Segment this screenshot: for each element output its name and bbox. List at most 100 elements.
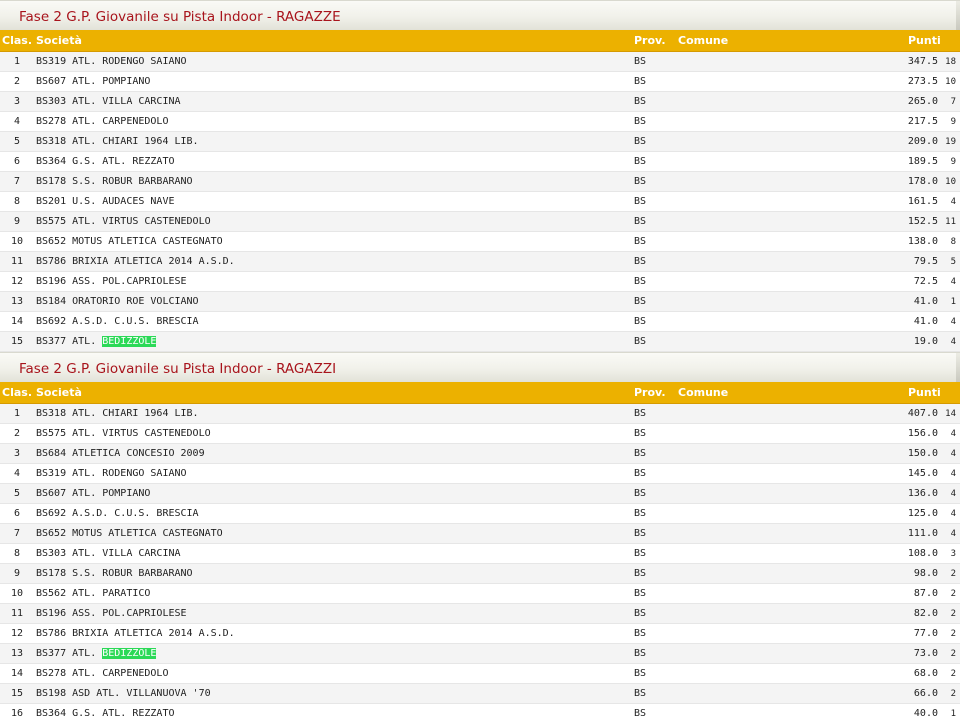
cell-count: 11	[945, 217, 956, 227]
cell-clas: 6	[13, 508, 21, 519]
society-code: BS196	[36, 276, 67, 287]
cell-punti: 68.0	[913, 668, 938, 679]
header-prov: Prov.	[634, 34, 666, 47]
society-name: ATL. VIRTUS CASTENEDOLO	[72, 216, 211, 227]
cell-count: 2	[950, 569, 956, 579]
cell-punti: 41.0	[913, 296, 938, 307]
table-row: 15 BS198 ASD ATL. VILLANUOVA '70 BS 66.0 2	[0, 684, 960, 704]
cell-societa: BS575 ATL. VIRTUS CASTENEDOLO	[34, 424, 634, 443]
header-clas: Clas.	[2, 34, 32, 47]
society-code: BS607	[36, 76, 67, 87]
society-name: ATL. RODENGO SAIANO	[72, 468, 187, 479]
society-name: ATLETICA CONCESIO 2009	[72, 448, 205, 459]
society-code: BS196	[36, 608, 67, 619]
section-title: Fase 2 G.P. Giovanile su Pista Indoor - …	[0, 0, 960, 30]
cell-prov: BS	[634, 588, 647, 599]
cell-clas: 12	[10, 628, 24, 639]
cell-prov: BS	[634, 428, 647, 439]
cell-count: 2	[950, 669, 956, 679]
header-prov: Prov.	[634, 386, 666, 399]
table-row: 12 BS196 ASS. POL.CAPRIOLESE BS 72.5 4	[0, 272, 960, 292]
cell-prov: BS	[634, 76, 647, 87]
cell-societa: BS575 ATL. VIRTUS CASTENEDOLO	[34, 212, 634, 231]
header-spacer	[938, 30, 956, 51]
society-name: ATL. CHIARI 1964 LIB.	[72, 136, 199, 147]
cell-comune	[678, 132, 848, 151]
cell-count: 2	[950, 689, 956, 699]
society-name: S.S. ROBUR BARBARANO	[72, 568, 193, 579]
cell-comune	[678, 172, 848, 191]
cell-prov: BS	[634, 448, 647, 459]
cell-clas: 11	[10, 608, 24, 619]
society-code: BS303	[36, 96, 67, 107]
cell-count: 9	[950, 117, 956, 127]
cell-clas: 16	[10, 708, 24, 719]
society-name: ATL. PARATICO	[72, 588, 151, 599]
cell-societa: BS319 ATL. RODENGO SAIANO	[34, 52, 634, 71]
cell-comune	[678, 232, 848, 251]
society-name: ATL. VILLA CARCINA	[72, 548, 181, 559]
cell-societa: BS318 ATL. CHIARI 1964 LIB.	[34, 404, 634, 423]
cell-societa: BS607 ATL. POMPIANO	[34, 72, 634, 91]
cell-count: 5	[950, 257, 956, 267]
table-row: 13 BS184 ORATORIO ROE VOLCIANO BS 41.0 1	[0, 292, 960, 312]
society-code: BS575	[36, 428, 67, 439]
cell-societa: BS364 G.S. ATL. REZZATO	[34, 152, 634, 171]
cell-clas: 13	[10, 648, 24, 659]
cell-count: 14	[945, 409, 956, 419]
society-code: BS786	[36, 628, 67, 639]
cell-count: 19	[945, 137, 956, 147]
cell-clas: 12	[10, 276, 24, 287]
cell-comune	[678, 272, 848, 291]
cell-clas: 7	[13, 528, 21, 539]
header-punti: Punti	[908, 386, 941, 399]
society-name: ATL. POMPIANO	[72, 488, 151, 499]
society-name: G.S. ATL. REZZATO	[72, 708, 175, 719]
society-name: ATL.	[72, 648, 97, 659]
cell-prov: BS	[634, 668, 647, 679]
ranking-section: Fase 2 G.P. Giovanile su Pista Indoor - …	[0, 352, 960, 723]
cell-comune	[678, 584, 848, 603]
cell-comune	[678, 624, 848, 643]
cell-comune	[678, 52, 848, 71]
cell-prov: BS	[634, 568, 647, 579]
society-code: BS562	[36, 588, 67, 599]
cell-comune	[678, 92, 848, 111]
cell-comune	[678, 212, 848, 231]
cell-clas: 5	[13, 136, 21, 147]
cell-prov: BS	[634, 408, 647, 419]
table-row: 6 BS692 A.S.D. C.U.S. BRESCIA BS 125.0 4	[0, 504, 960, 524]
cell-prov: BS	[634, 548, 647, 559]
table-header: Clas. Società Prov. Comune Punti	[0, 30, 960, 52]
table-row: 13 BS377 ATL. BEDIZZOLE BS 73.0 2	[0, 644, 960, 664]
cell-clas: 15	[10, 336, 24, 347]
cell-comune	[678, 564, 848, 583]
cell-comune	[678, 484, 848, 503]
table-row: 12 BS786 BRIXIA ATLETICA 2014 A.S.D. BS 77.…	[0, 624, 960, 644]
section-title-text: Fase 2 G.P. Giovanile su Pista Indoor - …	[19, 9, 341, 25]
cell-clas: 11	[10, 256, 24, 267]
cell-clas: 1	[13, 56, 21, 67]
table-row: 2 BS607 ATL. POMPIANO BS 273.5 10	[0, 72, 960, 92]
society-code: BS303	[36, 548, 67, 559]
table-row: 1 BS319 ATL. RODENGO SAIANO BS 347.5 18	[0, 52, 960, 72]
cell-punti: 41.0	[913, 316, 938, 327]
cell-comune	[678, 464, 848, 483]
cell-prov: BS	[634, 156, 647, 167]
cell-societa: BS786 BRIXIA ATLETICA 2014 A.S.D.	[34, 624, 634, 643]
cell-societa: BS377 ATL. BEDIZZOLE	[34, 332, 634, 351]
cell-comune	[678, 332, 848, 351]
cell-comune	[678, 604, 848, 623]
cell-societa: BS184 ORATORIO ROE VOLCIANO	[34, 292, 634, 311]
cell-societa: BS652 MOTUS ATLETICA CASTEGNATO	[34, 232, 634, 251]
cell-prov: BS	[634, 136, 647, 147]
cell-count: 2	[950, 629, 956, 639]
cell-societa: BS198 ASD ATL. VILLANUOVA '70	[34, 684, 634, 703]
cell-clas: 15	[10, 688, 24, 699]
table-row: 3 BS684 ATLETICA CONCESIO 2009 BS 150.0 4	[0, 444, 960, 464]
table-row: 8 BS303 ATL. VILLA CARCINA BS 108.0 3	[0, 544, 960, 564]
cell-punti: 217.5	[907, 116, 938, 127]
cell-punti: 125.0	[907, 508, 938, 519]
society-name: ATL. RODENGO SAIANO	[72, 56, 187, 67]
cell-clas: 10	[10, 588, 24, 599]
